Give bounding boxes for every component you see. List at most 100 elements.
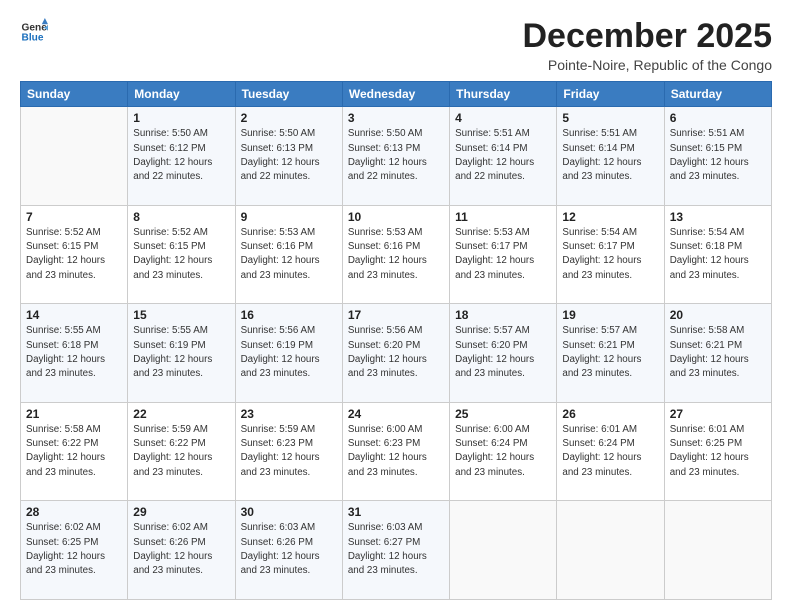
day-info: Sunrise: 5:53 AMSunset: 6:17 PMDaylight:… xyxy=(455,226,551,283)
day-info: Sunrise: 6:00 AMSunset: 6:24 PMDaylight:… xyxy=(455,423,551,480)
logo: General Blue xyxy=(20,18,48,46)
day-number: 11 xyxy=(455,210,551,224)
day-number: 29 xyxy=(133,505,229,519)
table-row: 14Sunrise: 5:55 AMSunset: 6:18 PMDayligh… xyxy=(21,304,128,403)
col-wednesday: Wednesday xyxy=(342,82,449,107)
day-number: 23 xyxy=(241,407,337,421)
table-row: 4 Sunrise: 5:51 AMSunset: 6:14 PMDaylight… xyxy=(450,107,557,206)
day-number: 2 xyxy=(241,111,337,125)
location: Pointe-Noire, Republic of the Congo xyxy=(522,57,772,73)
table-row: 10 Sunrise: 5:53 AMSunset: 6:16 PMDayligh… xyxy=(342,205,449,304)
day-info: Sunrise: 5:57 AMSunset: 6:20 PMDaylight:… xyxy=(455,324,551,381)
day-number: 30 xyxy=(241,505,337,519)
col-thursday: Thursday xyxy=(450,82,557,107)
day-number: 24 xyxy=(348,407,444,421)
day-info: Sunrise: 5:56 AMSunset: 6:19 PMDaylight:… xyxy=(241,324,337,381)
table-row: 26Sunrise: 6:01 AMSunset: 6:24 PMDayligh… xyxy=(557,402,664,501)
table-row: 15 Sunrise: 5:55 AMSunset: 6:19 PMDayligh… xyxy=(128,304,235,403)
day-info: Sunrise: 5:57 AMSunset: 6:21 PMDaylight:… xyxy=(562,324,658,381)
day-info: Sunrise: 5:56 AMSunset: 6:20 PMDaylight:… xyxy=(348,324,444,381)
day-number: 28 xyxy=(26,505,122,519)
table-row: 23 Sunrise: 5:59 AMSunset: 6:23 PMDayligh… xyxy=(235,402,342,501)
day-number: 8 xyxy=(133,210,229,224)
day-info: Sunrise: 5:54 AMSunset: 6:18 PMDaylight:… xyxy=(670,226,766,283)
table-row: 9Sunrise: 5:53 AMSunset: 6:16 PMDaylight… xyxy=(235,205,342,304)
col-saturday: Saturday xyxy=(664,82,771,107)
title-block: December 2025 Pointe-Noire, Republic of … xyxy=(522,18,772,73)
calendar-week-row: 7 Sunrise: 5:52 AMSunset: 6:15 PMDaylight… xyxy=(21,205,772,304)
header: General Blue December 2025 Pointe-Noire,… xyxy=(20,18,772,73)
day-number: 12 xyxy=(562,210,658,224)
col-tuesday: Tuesday xyxy=(235,82,342,107)
day-info: Sunrise: 5:52 AMSunset: 6:15 PMDaylight:… xyxy=(133,226,229,283)
day-number: 5 xyxy=(562,111,658,125)
table-row: 13Sunrise: 5:54 AMSunset: 6:18 PMDayligh… xyxy=(664,205,771,304)
table-row: 25 Sunrise: 6:00 AMSunset: 6:24 PMDayligh… xyxy=(450,402,557,501)
day-number: 18 xyxy=(455,308,551,322)
table-row: 2 Sunrise: 5:50 AMSunset: 6:13 PMDaylight… xyxy=(235,107,342,206)
day-number: 10 xyxy=(348,210,444,224)
month-year: December 2025 xyxy=(522,18,772,55)
day-info: Sunrise: 6:01 AMSunset: 6:25 PMDaylight:… xyxy=(670,423,766,480)
table-row: 16 Sunrise: 5:56 AMSunset: 6:19 PMDayligh… xyxy=(235,304,342,403)
table-row: 18 Sunrise: 5:57 AMSunset: 6:20 PMDayligh… xyxy=(450,304,557,403)
table-row: 11 Sunrise: 5:53 AMSunset: 6:17 PMDayligh… xyxy=(450,205,557,304)
table-row: 28 Sunrise: 6:02 AMSunset: 6:25 PMDayligh… xyxy=(21,501,128,600)
table-row: 12Sunrise: 5:54 AMSunset: 6:17 PMDayligh… xyxy=(557,205,664,304)
day-info: Sunrise: 5:52 AMSunset: 6:15 PMDaylight:… xyxy=(26,226,122,283)
day-number: 3 xyxy=(348,111,444,125)
table-row: 29 Sunrise: 6:02 AMSunset: 6:26 PMDayligh… xyxy=(128,501,235,600)
day-number: 9 xyxy=(241,210,337,224)
page: General Blue December 2025 Pointe-Noire,… xyxy=(0,0,792,612)
day-number: 16 xyxy=(241,308,337,322)
calendar-week-row: 1Sunrise: 5:50 AMSunset: 6:12 PMDaylight… xyxy=(21,107,772,206)
day-number: 25 xyxy=(455,407,551,421)
table-row: 6Sunrise: 5:51 AMSunset: 6:15 PMDaylight… xyxy=(664,107,771,206)
table-row: 5Sunrise: 5:51 AMSunset: 6:14 PMDaylight… xyxy=(557,107,664,206)
day-number: 19 xyxy=(562,308,658,322)
table-row xyxy=(557,501,664,600)
day-info: Sunrise: 6:03 AMSunset: 6:27 PMDaylight:… xyxy=(348,521,444,578)
day-number: 22 xyxy=(133,407,229,421)
day-info: Sunrise: 6:02 AMSunset: 6:25 PMDaylight:… xyxy=(26,521,122,578)
calendar-week-row: 14Sunrise: 5:55 AMSunset: 6:18 PMDayligh… xyxy=(21,304,772,403)
day-info: Sunrise: 5:59 AMSunset: 6:23 PMDaylight:… xyxy=(241,423,337,480)
day-info: Sunrise: 5:55 AMSunset: 6:19 PMDaylight:… xyxy=(133,324,229,381)
day-number: 27 xyxy=(670,407,766,421)
day-number: 4 xyxy=(455,111,551,125)
day-number: 17 xyxy=(348,308,444,322)
table-row: 7 Sunrise: 5:52 AMSunset: 6:15 PMDaylight… xyxy=(21,205,128,304)
table-row: 3 Sunrise: 5:50 AMSunset: 6:13 PMDaylight… xyxy=(342,107,449,206)
day-number: 7 xyxy=(26,210,122,224)
table-row: 30Sunrise: 6:03 AMSunset: 6:26 PMDayligh… xyxy=(235,501,342,600)
day-info: Sunrise: 5:55 AMSunset: 6:18 PMDaylight:… xyxy=(26,324,122,381)
day-info: Sunrise: 5:51 AMSunset: 6:14 PMDaylight:… xyxy=(455,127,551,184)
col-monday: Monday xyxy=(128,82,235,107)
table-row: 1Sunrise: 5:50 AMSunset: 6:12 PMDaylight… xyxy=(128,107,235,206)
day-info: Sunrise: 5:53 AMSunset: 6:16 PMDaylight:… xyxy=(348,226,444,283)
table-row: 17 Sunrise: 5:56 AMSunset: 6:20 PMDayligh… xyxy=(342,304,449,403)
table-row: 22 Sunrise: 5:59 AMSunset: 6:22 PMDayligh… xyxy=(128,402,235,501)
day-info: Sunrise: 5:50 AMSunset: 6:13 PMDaylight:… xyxy=(241,127,337,184)
col-friday: Friday xyxy=(557,82,664,107)
day-info: Sunrise: 5:58 AMSunset: 6:22 PMDaylight:… xyxy=(26,423,122,480)
table-row: 20 Sunrise: 5:58 AMSunset: 6:21 PMDayligh… xyxy=(664,304,771,403)
day-info: Sunrise: 5:50 AMSunset: 6:13 PMDaylight:… xyxy=(348,127,444,184)
table-row: 19 Sunrise: 5:57 AMSunset: 6:21 PMDayligh… xyxy=(557,304,664,403)
day-info: Sunrise: 6:00 AMSunset: 6:23 PMDaylight:… xyxy=(348,423,444,480)
day-info: Sunrise: 5:59 AMSunset: 6:22 PMDaylight:… xyxy=(133,423,229,480)
day-number: 6 xyxy=(670,111,766,125)
day-info: Sunrise: 5:58 AMSunset: 6:21 PMDaylight:… xyxy=(670,324,766,381)
day-number: 1 xyxy=(133,111,229,125)
table-row: 24 Sunrise: 6:00 AMSunset: 6:23 PMDayligh… xyxy=(342,402,449,501)
table-row xyxy=(450,501,557,600)
calendar-week-row: 28 Sunrise: 6:02 AMSunset: 6:25 PMDayligh… xyxy=(21,501,772,600)
day-info: Sunrise: 6:02 AMSunset: 6:26 PMDaylight:… xyxy=(133,521,229,578)
day-number: 15 xyxy=(133,308,229,322)
day-number: 31 xyxy=(348,505,444,519)
table-row: 31 Sunrise: 6:03 AMSunset: 6:27 PMDayligh… xyxy=(342,501,449,600)
calendar-week-row: 21 Sunrise: 5:58 AMSunset: 6:22 PMDayligh… xyxy=(21,402,772,501)
table-row xyxy=(21,107,128,206)
day-number: 21 xyxy=(26,407,122,421)
day-number: 20 xyxy=(670,308,766,322)
